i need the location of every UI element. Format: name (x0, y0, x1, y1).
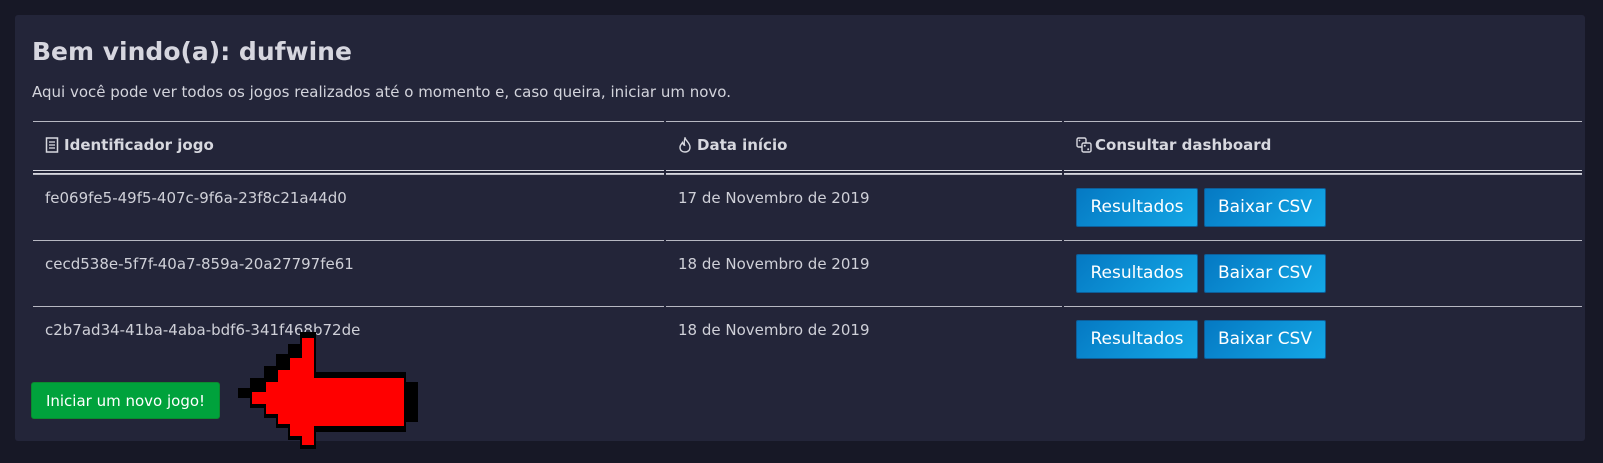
document-list-icon (45, 137, 59, 153)
header-label-dashboard: Consultar dashboard (1095, 136, 1272, 154)
header-cell-identifier: Identificador jogo (33, 121, 664, 174)
header-label-date: Data início (697, 136, 788, 154)
game-start-date: 18 de Novembro de 2019 (678, 321, 870, 339)
download-csv-button[interactable]: Baixar CSV (1204, 320, 1326, 359)
game-id: fe069fe5-49f5-407c-9f6a-23f8c21a44d0 (45, 189, 347, 207)
results-button[interactable]: Resultados (1076, 188, 1198, 227)
header-cell-dashboard: Consultar dashboard (1064, 121, 1582, 174)
game-start-date: 17 de Novembro de 2019 (678, 189, 870, 207)
results-button[interactable]: Resultados (1076, 254, 1198, 293)
game-id: cecd538e-5f7f-40a7-859a-20a27797fe61 (45, 255, 354, 273)
header-label-identifier: Identificador jogo (64, 136, 214, 154)
page-subtitle: Aqui você pode ver todos os jogos realiz… (32, 83, 731, 101)
game-start-date: 18 de Novembro de 2019 (678, 255, 870, 273)
pointer-arrow-icon (236, 332, 420, 463)
table-header-row: Identificador jogo Data início Consultar… (33, 121, 1582, 174)
download-csv-button[interactable]: Baixar CSV (1204, 254, 1326, 293)
download-csv-button[interactable]: Baixar CSV (1204, 188, 1326, 227)
table-row: cecd538e-5f7f-40a7-859a-20a27797fe61 18 … (33, 240, 1582, 306)
start-new-game-button[interactable]: Iniciar um novo jogo! (31, 382, 220, 419)
dice-icon (1076, 137, 1092, 153)
header-cell-date: Data início (666, 121, 1062, 174)
page-title: Bem vindo(a): dufwine (32, 37, 352, 66)
fire-icon (678, 137, 692, 153)
table-row: fe069fe5-49f5-407c-9f6a-23f8c21a44d0 17 … (33, 174, 1582, 240)
results-button[interactable]: Resultados (1076, 320, 1198, 359)
